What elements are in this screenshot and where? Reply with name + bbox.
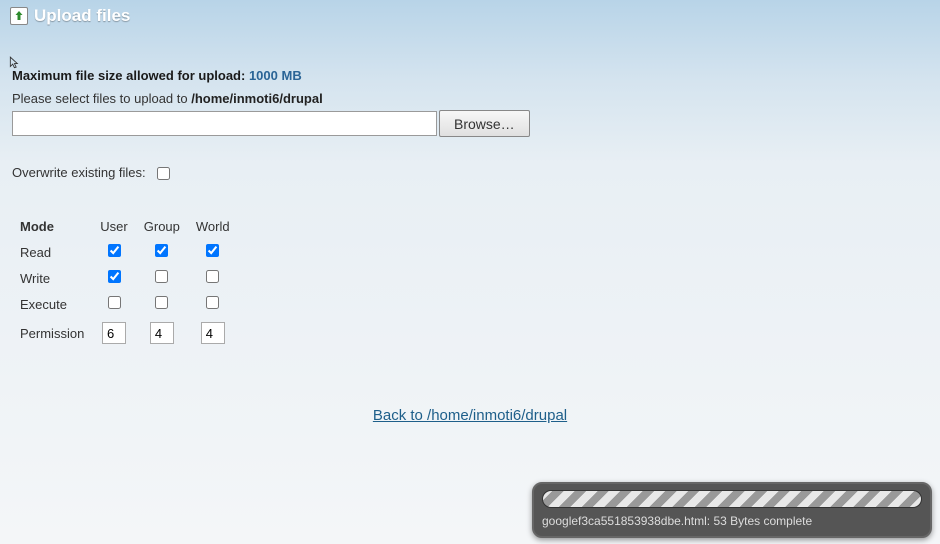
- select-files-path: /home/inmoti6/drupal: [191, 91, 322, 106]
- perm-execute-group[interactable]: [155, 296, 168, 309]
- perm-header-world: World: [188, 214, 238, 239]
- upload-icon: [10, 7, 28, 25]
- browse-button[interactable]: Browse…: [439, 110, 530, 137]
- perm-header-mode: Mode: [12, 214, 92, 239]
- overwrite-row: Overwrite existing files:: [12, 165, 928, 180]
- perm-row-execute: Execute: [12, 291, 238, 317]
- perm-label-read: Read: [12, 239, 92, 265]
- progress-bar: [542, 490, 922, 508]
- perm-header-user: User: [92, 214, 135, 239]
- overwrite-label: Overwrite existing files:: [12, 165, 146, 180]
- max-size-label: Maximum file size allowed for upload:: [12, 68, 245, 83]
- overwrite-checkbox[interactable]: [157, 167, 170, 180]
- perm-label-execute: Execute: [12, 291, 92, 317]
- perm-label-permission: Permission: [12, 317, 92, 349]
- file-path-input[interactable]: [12, 111, 437, 136]
- perm-execute-user[interactable]: [108, 296, 121, 309]
- max-size-row: Maximum file size allowed for upload: 10…: [12, 68, 928, 83]
- perm-value-group[interactable]: [150, 322, 174, 344]
- back-link-row: Back to /home/inmoti6/drupal: [12, 407, 928, 424]
- perm-header-row: Mode User Group World: [12, 214, 238, 239]
- back-link[interactable]: Back to /home/inmoti6/drupal: [373, 407, 567, 424]
- perm-row-permission: Permission: [12, 317, 238, 349]
- perm-execute-world[interactable]: [206, 296, 219, 309]
- page-title: Upload files: [34, 6, 130, 26]
- main-content: Maximum file size allowed for upload: 10…: [0, 32, 940, 436]
- perm-label-write: Write: [12, 265, 92, 291]
- perm-value-user[interactable]: [102, 322, 126, 344]
- perm-write-world[interactable]: [206, 270, 219, 283]
- max-size-value: 1000 MB: [249, 68, 302, 83]
- upload-status-toast: googlef3ca551853938dbe.html: 53 Bytes co…: [532, 482, 932, 538]
- perm-write-user[interactable]: [108, 270, 121, 283]
- perm-read-user[interactable]: [108, 244, 121, 257]
- perm-row-read: Read: [12, 239, 238, 265]
- perm-header-group: Group: [136, 214, 188, 239]
- perm-read-world[interactable]: [206, 244, 219, 257]
- perm-write-group[interactable]: [155, 270, 168, 283]
- file-input-row: Browse…: [12, 110, 928, 137]
- status-text: googlef3ca551853938dbe.html: 53 Bytes co…: [542, 514, 922, 528]
- page-header: Upload files: [0, 0, 940, 32]
- perm-read-group[interactable]: [155, 244, 168, 257]
- select-files-line: Please select files to upload to /home/i…: [12, 91, 928, 106]
- perm-row-write: Write: [12, 265, 238, 291]
- permissions-table: Mode User Group World Read Write Execute…: [12, 214, 238, 349]
- select-files-prefix: Please select files to upload to: [12, 91, 188, 106]
- perm-value-world[interactable]: [201, 322, 225, 344]
